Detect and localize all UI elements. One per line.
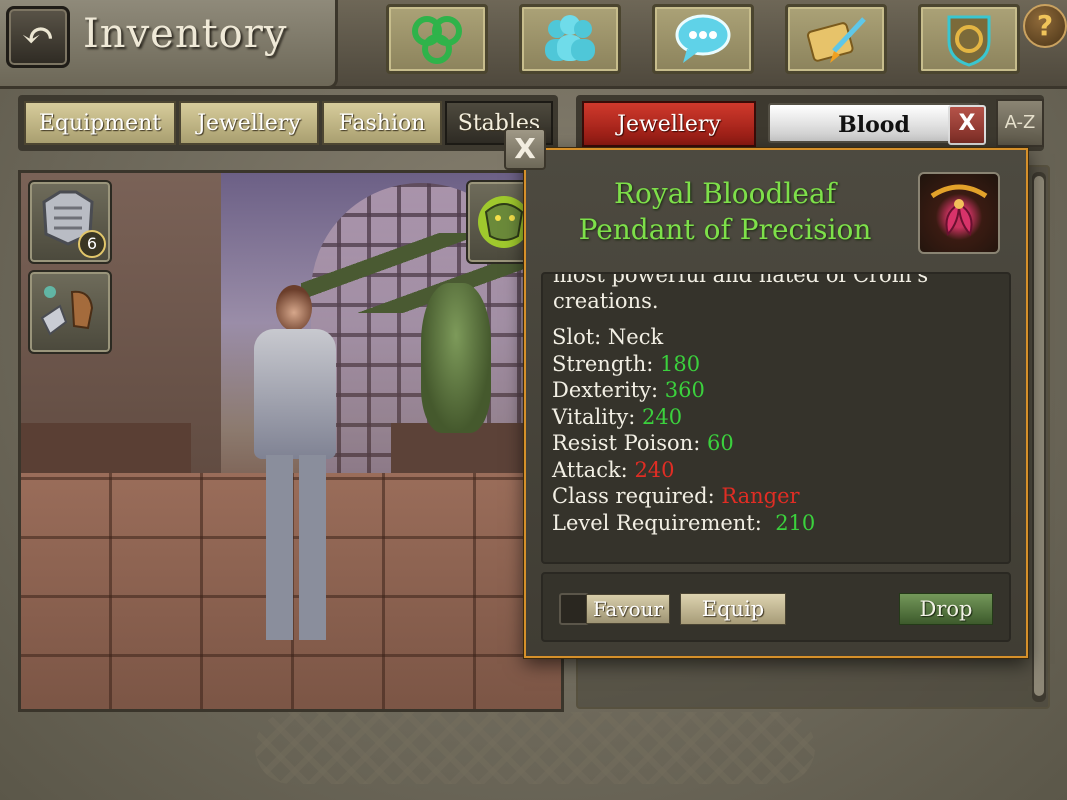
stat-value: 240 [641, 404, 683, 429]
sort-az-button[interactable]: A-Z [996, 99, 1044, 147]
stat-value: Ranger [721, 484, 800, 508]
bloodleaf-pendant-icon [930, 184, 988, 236]
popup-corner-ornament [1014, 148, 1028, 162]
quest-scroll-icon [806, 17, 866, 63]
item-description-box[interactable]: most powerful and hated of Crom's creati… [541, 272, 1011, 564]
favour-button[interactable]: Favour [586, 594, 670, 624]
item-count-badge: 6 [78, 230, 106, 258]
players-button[interactable] [519, 4, 621, 74]
drop-button[interactable]: Drop [899, 593, 993, 625]
item-filter-bar: Jewellery Blood X A-Z [576, 95, 1044, 151]
clear-search-button[interactable]: X [948, 105, 986, 145]
stat-label: Vitality: [552, 404, 642, 429]
stat-value: 360 [664, 378, 705, 402]
stat-label: Attack: [552, 457, 635, 482]
tab-jewellery[interactable]: Jewellery [179, 101, 319, 145]
triskele-button[interactable] [386, 4, 488, 74]
stat-label: Level Requirement: [552, 510, 776, 535]
popup-corner-ornament [524, 644, 538, 658]
category-filter-button[interactable]: Jewellery [582, 101, 756, 147]
back-button[interactable]: ↶ [6, 6, 70, 68]
equip-slot-hands[interactable] [28, 270, 112, 354]
item-description: most powerful and hated of Crom's creati… [553, 272, 993, 314]
chat-button[interactable] [652, 4, 754, 74]
quest-button[interactable] [785, 4, 887, 74]
scrollbar-thumb[interactable] [1034, 176, 1044, 696]
stat-label: Class required: [552, 484, 722, 508]
player-character [246, 285, 346, 645]
celtic-knot-ornament [255, 712, 815, 784]
character-head [276, 285, 312, 331]
item-stats: Slot: Neck Strength: 180 Dexterity: 360 … [552, 324, 992, 536]
stat-value: 180 [659, 351, 701, 376]
inventory-tab-bar: Equipment Jewellery Fashion Stables [18, 95, 558, 151]
equip-button[interactable]: Equip [680, 593, 786, 625]
stat-slot: Slot: Neck [552, 325, 664, 349]
stat-label: Strength: [552, 351, 660, 376]
stat-label: Dexterity: [552, 378, 665, 402]
guild-button[interactable] [918, 4, 1020, 74]
item-name-line2: Pendant of Precision [578, 213, 872, 246]
stat-value: 240 [634, 457, 675, 482]
stat-label: Resist Poison: [552, 431, 707, 455]
character-legs [266, 455, 326, 640]
stat-row: Resist Poison: 60 [552, 430, 992, 457]
back-arrow-icon: ↶ [21, 13, 55, 59]
item-name: Royal Bloodleaf Pendant of Precision [560, 176, 890, 248]
stat-row: Attack: 240 [552, 457, 992, 484]
stat-row: Strength: 180 [552, 351, 992, 378]
stat-row: Class required: Ranger [552, 483, 992, 510]
equip-slot-chest[interactable]: 6 [28, 180, 112, 264]
popup-corner-ornament [1014, 644, 1028, 658]
chat-icon [675, 14, 731, 63]
tab-fashion[interactable]: Fashion [322, 101, 442, 145]
dragon-pet [421, 283, 491, 433]
stat-value: 210 [775, 510, 816, 535]
gauntlets-icon [40, 286, 94, 336]
description-line: creations. [553, 289, 659, 313]
page-title: Inventory [83, 11, 288, 57]
title-plate: ↶ Inventory [0, 0, 338, 89]
close-popup-button[interactable]: X [504, 128, 546, 170]
help-button[interactable]: ? [1023, 4, 1067, 48]
favour-checkbox[interactable] [559, 593, 589, 625]
guild-crest-icon [947, 15, 991, 67]
players-icon [545, 15, 595, 61]
item-name-line1: Royal Bloodleaf [613, 177, 837, 210]
triskele-icon [412, 16, 462, 64]
description-line-partial: most powerful and hated of Crom's [553, 272, 929, 287]
stat-value: 60 [706, 431, 734, 455]
character-torso [254, 329, 336, 459]
stat-row: Level Requirement: 210 [552, 510, 992, 537]
item-icon-frame [918, 172, 1000, 254]
tab-equipment[interactable]: Equipment [24, 101, 176, 145]
stat-row: Vitality: 240 [552, 404, 992, 431]
stat-row: Dexterity: 360 [552, 377, 992, 404]
